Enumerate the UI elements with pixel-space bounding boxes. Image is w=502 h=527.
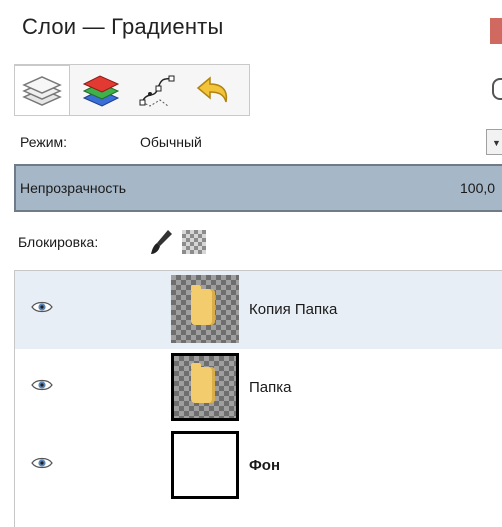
lock-pixels-brush-icon[interactable]	[150, 228, 174, 256]
opacity-slider[interactable]: Непрозрачность 100,0	[14, 164, 502, 212]
eye-icon[interactable]	[31, 300, 53, 314]
layer-name[interactable]: Фон	[249, 457, 280, 474]
tab-paths[interactable]	[128, 65, 184, 115]
tab-undo-history[interactable]	[184, 65, 240, 115]
channels-tab-icon	[82, 75, 120, 107]
title-accent-strip	[490, 18, 502, 44]
mode-dropdown-button[interactable]: ▼	[486, 129, 502, 155]
layer-row[interactable]: Папка	[15, 349, 502, 427]
opacity-label: Непрозрачность	[20, 180, 127, 196]
tab-channels[interactable]	[72, 65, 128, 115]
lock-row: Блокировка:	[0, 224, 502, 260]
folder-icon	[191, 363, 215, 403]
dock-tab-bar	[0, 58, 502, 122]
paths-tab-icon	[139, 75, 175, 107]
eye-icon[interactable]	[31, 456, 53, 470]
layers-list: Копия Папка Папка Фон	[14, 270, 502, 527]
mode-label: Режим:	[20, 134, 68, 150]
panel-titlebar: Слои — Градиенты	[0, 0, 502, 58]
layer-thumbnail[interactable]	[171, 275, 239, 343]
opacity-value[interactable]: 100,0	[460, 180, 495, 196]
mode-row: Режим: Обычный ▼	[0, 124, 502, 160]
folder-icon	[191, 285, 215, 325]
layer-thumbnail[interactable]	[171, 431, 239, 499]
panel-title: Слои — Градиенты	[22, 14, 224, 39]
mode-select[interactable]: Обычный	[140, 134, 202, 150]
lock-label: Блокировка:	[18, 234, 99, 250]
layer-name[interactable]: Копия Папка	[249, 301, 337, 318]
layer-row[interactable]: Копия Папка	[15, 271, 502, 349]
layer-name[interactable]: Папка	[249, 379, 291, 396]
eye-icon[interactable]	[31, 378, 53, 392]
layer-thumbnail[interactable]	[171, 353, 239, 421]
tab-menu-button[interactable]	[492, 78, 502, 100]
layer-row[interactable]: Фон	[15, 427, 502, 505]
chevron-down-icon: ▼	[492, 138, 501, 148]
layers-tab-icon	[22, 75, 62, 106]
undo-history-tab-icon	[196, 76, 228, 103]
tab-layers[interactable]	[14, 65, 70, 115]
lock-alpha-icon[interactable]	[182, 230, 206, 254]
